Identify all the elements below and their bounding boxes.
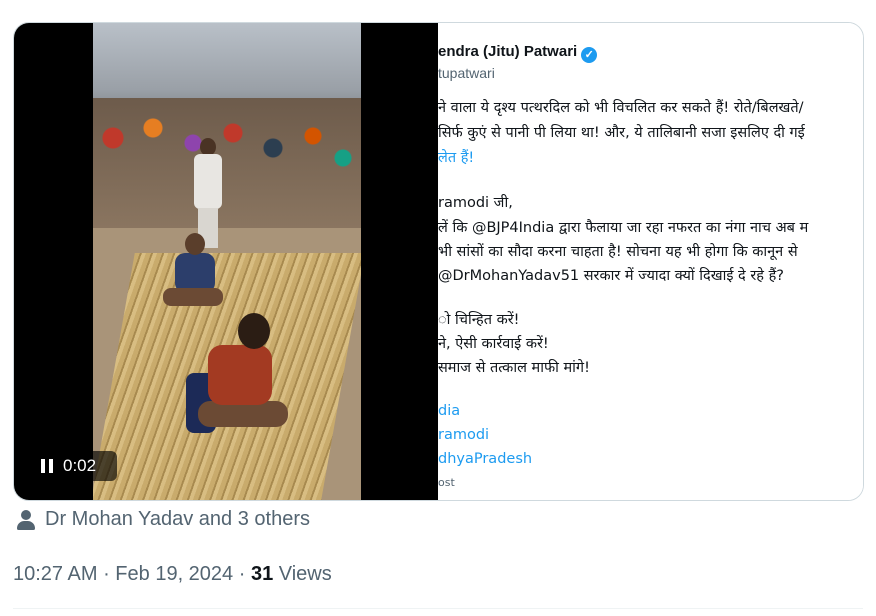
tweet-date[interactable]: Feb 19, 2024 [115, 563, 233, 585]
person-icon [17, 509, 35, 530]
hashtag-link: dia [438, 403, 461, 419]
embedded-author-name: endra (Jitu) Patwari ✓ [438, 43, 598, 63]
seated-figure [178, 313, 288, 453]
tweet-text-line: ो चिन्हित करें! [438, 312, 520, 328]
tweet-text-line: ramodi जी, [438, 195, 513, 211]
verified-badge-icon: ✓ [581, 47, 598, 63]
divider [13, 608, 863, 609]
tweet-text-line: भी सांसों का सौदा करना चाहता है! सोचना य… [438, 244, 798, 260]
video-controls[interactable]: 0:02 [31, 451, 117, 481]
tweet-metadata: 10:27 AM · Feb 19, 2024 · 31 Views [13, 563, 332, 585]
views-label: Views [273, 563, 332, 585]
tweet-time[interactable]: 10:27 AM [13, 563, 98, 585]
tweet-text-line: लें कि @BJP4India द्वारा फैलाया जा रहा न… [438, 220, 809, 236]
liked-by-text[interactable]: Dr Mohan Yadav and 3 others [45, 508, 310, 531]
tweet-text-line: सिर्फ कुएं से पानी पी लिया था! और, ये ता… [438, 125, 805, 141]
video-frame [93, 23, 361, 500]
video-time: 0:02 [63, 456, 97, 475]
tweet-text-line: लेत हैं! [438, 150, 475, 166]
video-player[interactable]: 0:02 [14, 23, 438, 500]
pause-icon[interactable] [41, 459, 53, 473]
standing-figure [188, 138, 228, 248]
seated-figure [163, 233, 223, 323]
tweet-text-line: @DrMohanYadav51 सरकार में ज्यादा क्यों द… [438, 268, 784, 284]
hashtag-link: ramodi [438, 427, 490, 443]
tweet-text-line: ने, ऐसी कार्रवाई करें! [438, 336, 549, 352]
media-card[interactable]: 0:02 endra (Jitu) Patwari ✓ tupatwari ने … [13, 22, 864, 501]
hashtag-link: dhyaPradesh [438, 451, 533, 467]
tweet-text-line: समाज से तत्काल माफी मांगे! [438, 360, 590, 376]
embedded-tweet-screenshot[interactable]: endra (Jitu) Patwari ✓ tupatwari ने वाला … [438, 23, 863, 500]
tweet-text-line: ने वाला ये दृश्य पत्थरदिल को भी विचलित क… [438, 100, 804, 116]
embedded-footer-text: ost [438, 476, 455, 489]
views-count: 31 [250, 563, 274, 585]
liked-by-row[interactable]: Dr Mohan Yadav and 3 others [17, 508, 310, 531]
embedded-author-handle: tupatwari [438, 65, 495, 81]
